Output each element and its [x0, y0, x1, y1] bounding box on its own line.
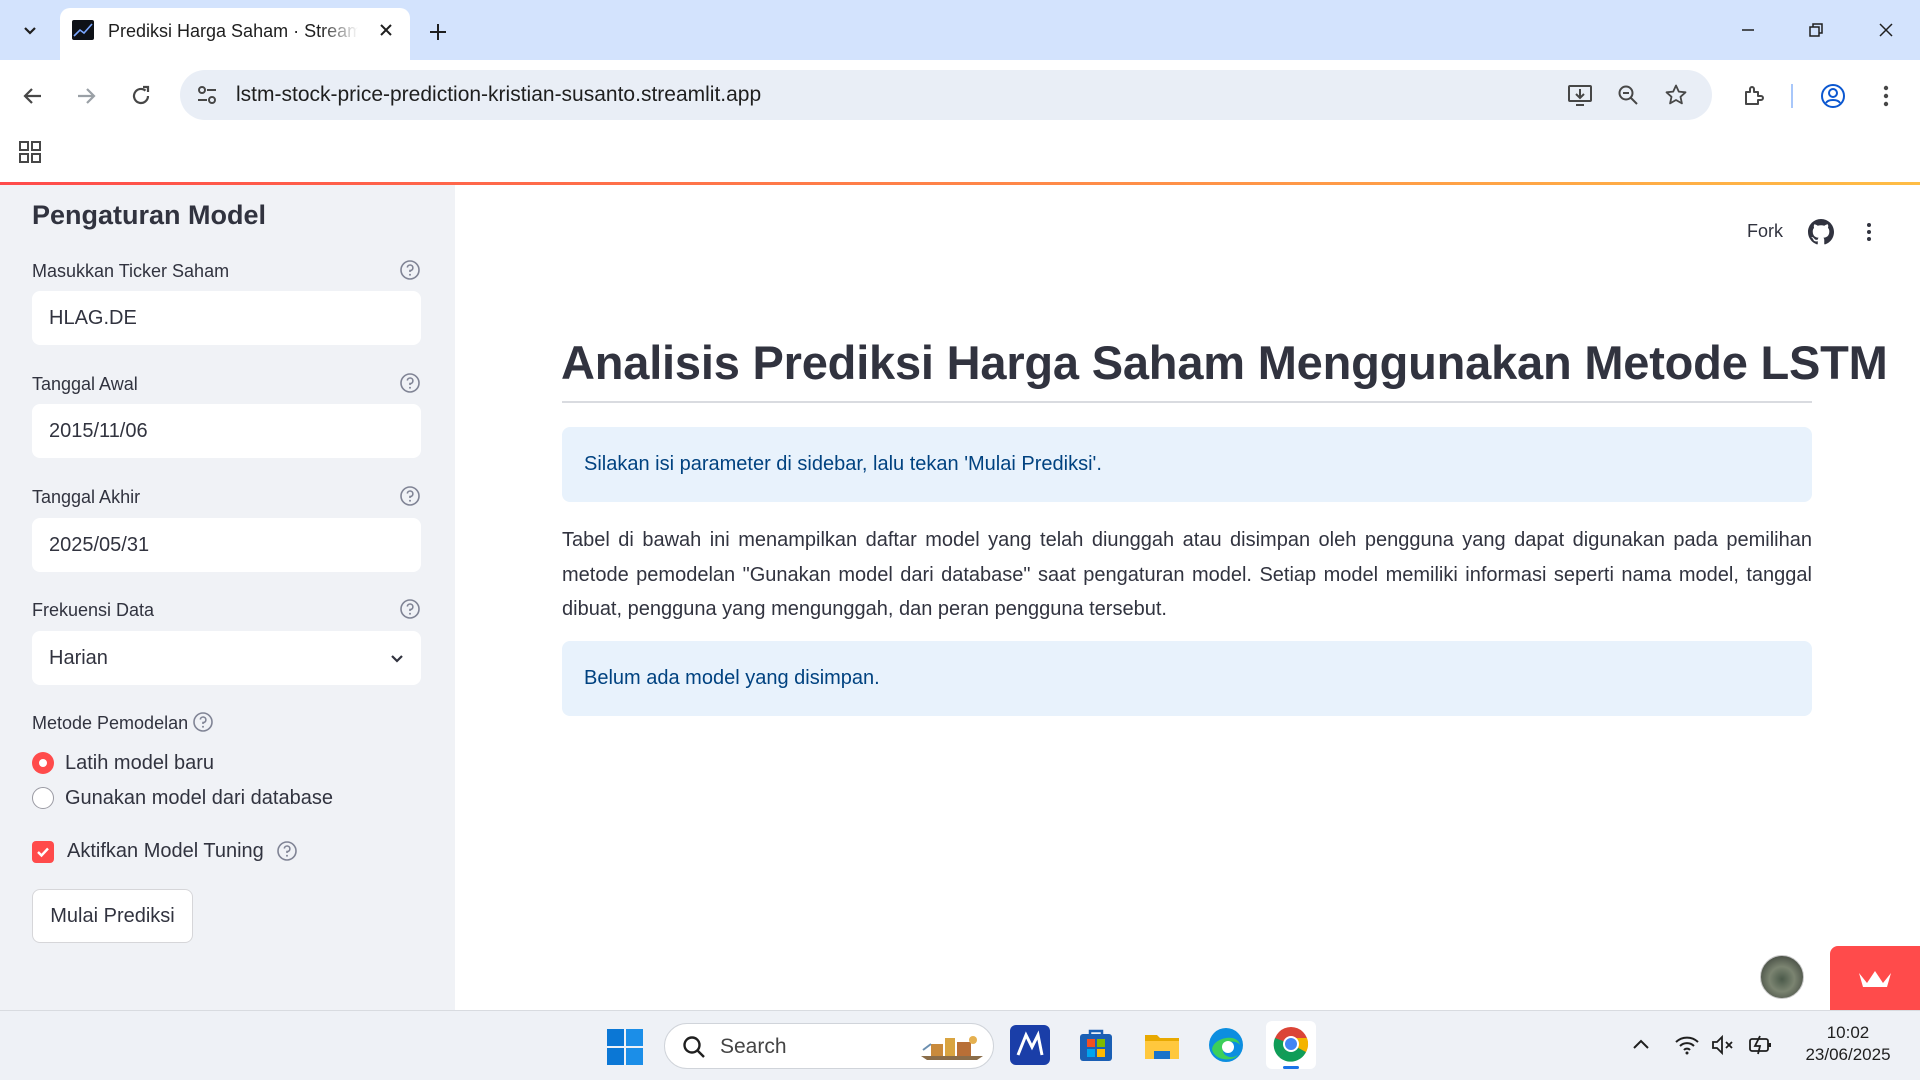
- page-title: Analisis Prediksi Harga Saham Menggunaka…: [561, 336, 1888, 389]
- ticker-input[interactable]: HLAG.DE: [32, 291, 421, 345]
- frequency-value: Harian: [49, 647, 108, 669]
- help-icon[interactable]: [399, 372, 421, 394]
- profile-icon[interactable]: [1813, 76, 1853, 116]
- battery-charging-icon[interactable]: [1746, 1033, 1774, 1057]
- volume-muted-icon[interactable]: [1710, 1033, 1736, 1057]
- tuning-checkbox[interactable]: [32, 841, 54, 863]
- clock-date: 23/06/2025: [1805, 1045, 1891, 1064]
- radio-label[interactable]: Gunakan model dari database: [65, 786, 333, 810]
- close-window-icon[interactable]: [1858, 10, 1914, 50]
- url-text[interactable]: lstm-stock-price-prediction-kristian-sus…: [236, 84, 761, 106]
- apps-grid-icon[interactable]: [18, 140, 42, 164]
- tuning-label[interactable]: Aktifkan Model Tuning: [67, 839, 264, 863]
- taskbar-search[interactable]: Search: [664, 1023, 994, 1069]
- back-icon[interactable]: [13, 76, 53, 116]
- help-icon[interactable]: [399, 259, 421, 281]
- zoom-icon[interactable]: [1612, 80, 1644, 110]
- streamlit-crown-icon[interactable]: [1830, 946, 1920, 1010]
- end-date-input[interactable]: 2025/05/31: [32, 518, 421, 572]
- new-tab-icon[interactable]: [420, 14, 456, 50]
- windows-start-icon[interactable]: [606, 1028, 644, 1066]
- help-icon[interactable]: [192, 711, 214, 733]
- file-explorer-icon[interactable]: [1142, 1025, 1182, 1065]
- minimize-icon[interactable]: [1720, 10, 1776, 50]
- clock-time: 10:02: [1826, 1023, 1870, 1042]
- browser-toolbar: lstm-stock-price-prediction-kristian-sus…: [0, 60, 1920, 130]
- tab-search-icon[interactable]: [12, 12, 48, 48]
- show-hidden-icons-icon[interactable]: [1630, 1033, 1652, 1055]
- radio-label[interactable]: Latih model baru: [65, 751, 214, 775]
- github-icon[interactable]: [1808, 219, 1834, 245]
- taskbar: Search 10:02 23/06/2025: [0, 1010, 1920, 1080]
- main-content: Fork Analisis Prediksi Harga Saham Mengg…: [455, 185, 1920, 1010]
- toolbar-divider: [1791, 84, 1793, 108]
- install-app-icon[interactable]: [1564, 80, 1596, 110]
- start-date-input[interactable]: 2015/11/06: [32, 404, 421, 458]
- start-date-label: Tanggal Awal: [32, 374, 138, 394]
- browser-tab-strip: Prediksi Harga Saham · Streamlit: [0, 0, 1920, 60]
- start-prediction-button[interactable]: Mulai Prediksi: [32, 889, 193, 943]
- empty-models-alert: Belum ada model yang disimpan.: [562, 641, 1812, 716]
- description-paragraph: Tabel di bawah ini menampilkan daftar mo…: [562, 529, 1812, 620]
- sidebar-title: Pengaturan Model: [32, 200, 267, 230]
- sidebar: Pengaturan Model Masukkan Ticker Saham H…: [0, 185, 455, 1010]
- tab-close-icon[interactable]: [372, 16, 400, 44]
- clock[interactable]: 10:02 23/06/2025: [1774, 1022, 1920, 1066]
- address-bar[interactable]: lstm-stock-price-prediction-kristian-sus…: [180, 70, 1712, 120]
- fork-link[interactable]: Fork: [1747, 220, 1783, 242]
- extensions-icon[interactable]: [1734, 76, 1774, 116]
- radio-gunakan-model-database[interactable]: [32, 787, 54, 809]
- method-label: Metode Pemodelan: [32, 713, 189, 733]
- help-icon[interactable]: [276, 840, 298, 862]
- forward-icon[interactable]: [66, 76, 106, 116]
- help-icon[interactable]: [399, 598, 421, 620]
- search-highlight-icon: [917, 1030, 987, 1064]
- chevron-down-icon: [389, 631, 405, 685]
- browser-tab-active[interactable]: Prediksi Harga Saham · Streamlit: [60, 8, 410, 60]
- app-m365-icon[interactable]: [1010, 1025, 1050, 1065]
- radio-latih-model-baru[interactable]: [32, 752, 54, 774]
- ticker-label: Masukkan Ticker Saham: [32, 261, 230, 281]
- wifi-icon[interactable]: [1674, 1033, 1700, 1057]
- site-info-icon[interactable]: [194, 82, 220, 108]
- info-alert: Silakan isi parameter di sidebar, lalu t…: [562, 427, 1812, 502]
- help-icon[interactable]: [399, 485, 421, 507]
- bookmark-star-icon[interactable]: [1660, 80, 1692, 110]
- bookmarks-bar: [0, 130, 1920, 182]
- search-label: Search: [720, 1035, 787, 1058]
- browser-menu-icon[interactable]: [1866, 76, 1906, 116]
- frequency-select[interactable]: Harian: [32, 631, 421, 685]
- edge-icon[interactable]: [1206, 1025, 1246, 1065]
- chrome-taskbar-button[interactable]: [1266, 1021, 1316, 1069]
- streamlit-favicon-icon: [72, 20, 94, 40]
- avatar[interactable]: [1760, 955, 1804, 999]
- title-divider: [562, 401, 1812, 403]
- reload-icon[interactable]: [121, 76, 161, 116]
- frequency-label: Frekuensi Data: [32, 600, 155, 620]
- search-icon: [681, 1034, 707, 1060]
- microsoft-store-icon[interactable]: [1076, 1025, 1116, 1065]
- main-menu-icon[interactable]: [1855, 218, 1883, 246]
- end-date-label: Tanggal Akhir: [32, 487, 141, 507]
- tab-title: Prediksi Harga Saham · Streamlit: [108, 21, 358, 41]
- restore-icon[interactable]: [1788, 10, 1844, 50]
